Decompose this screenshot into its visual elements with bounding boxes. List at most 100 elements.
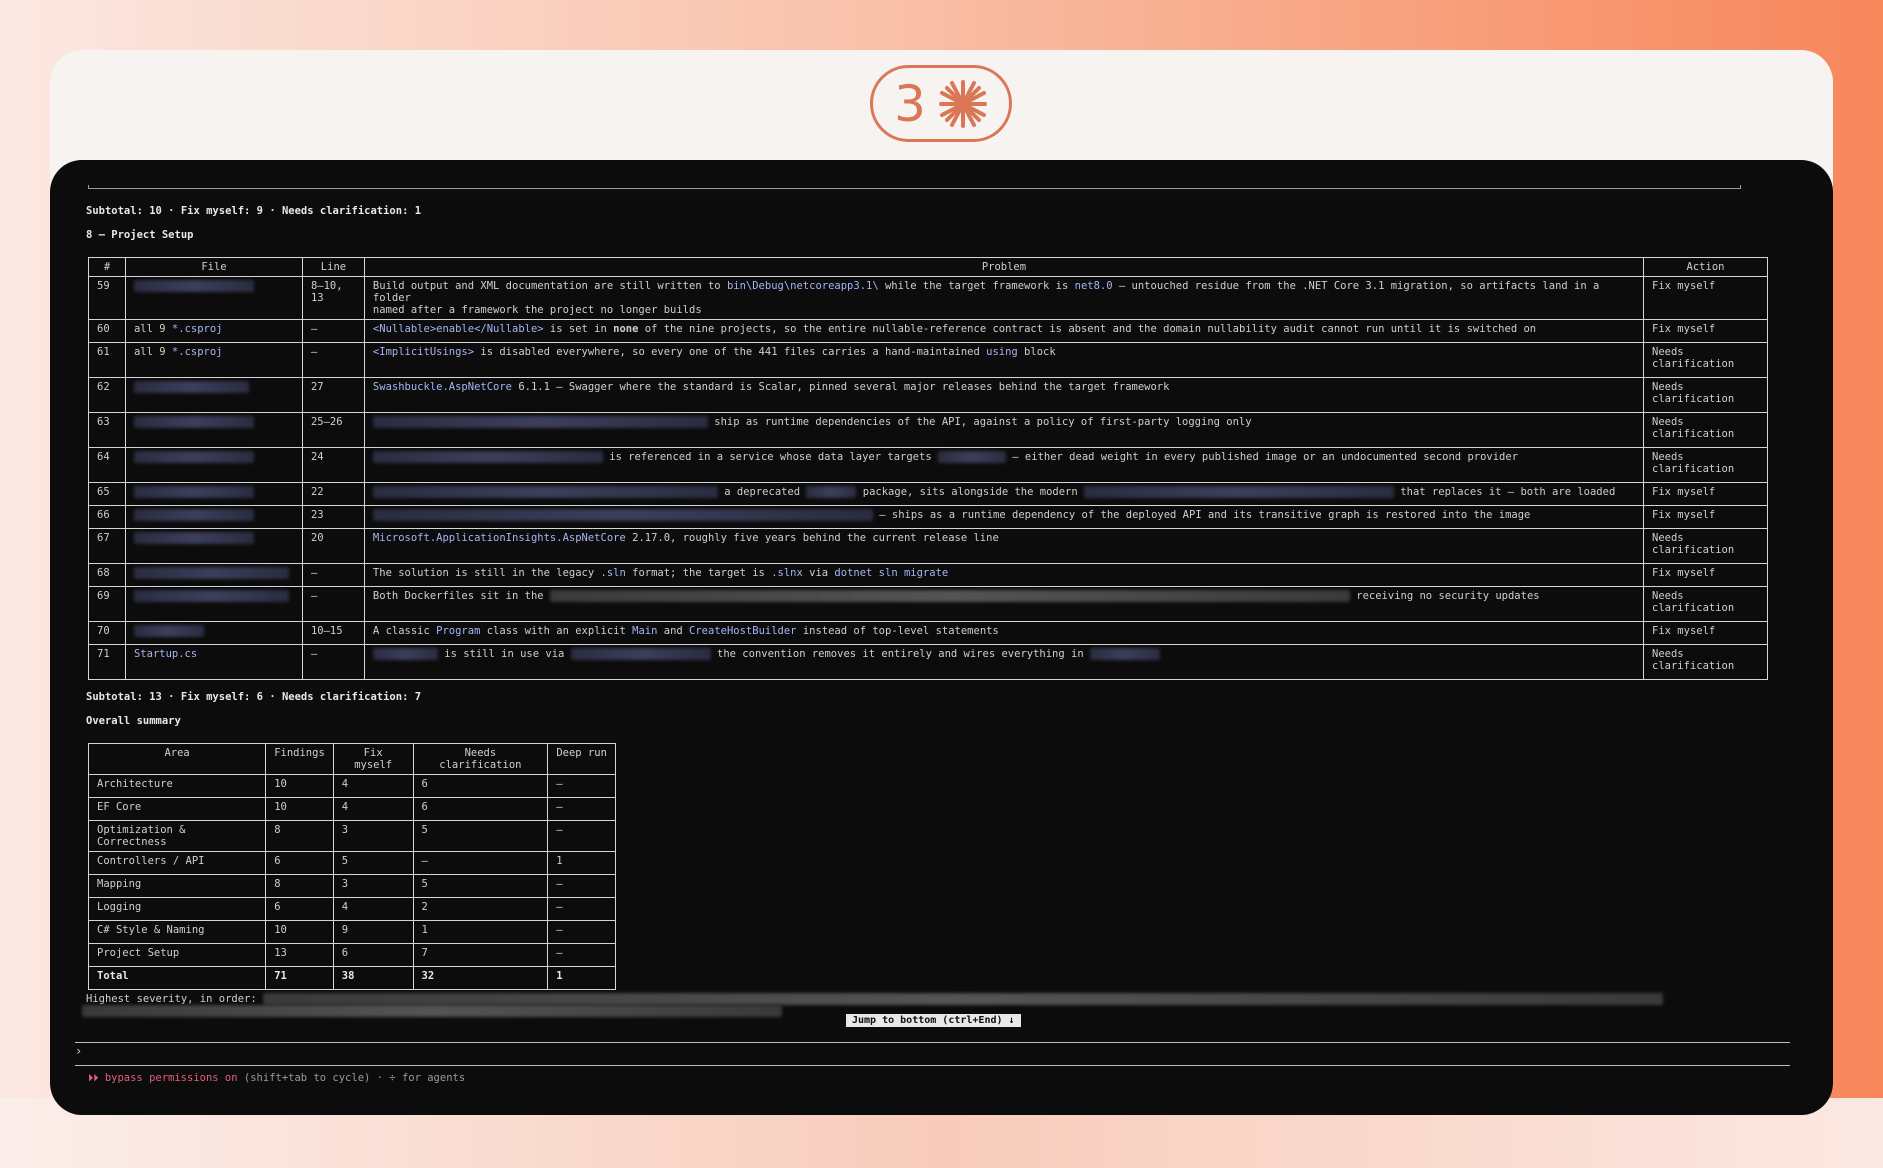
- file-cell: [124, 377, 303, 413]
- file-cell: [124, 412, 303, 448]
- column-header: File: [124, 257, 303, 277]
- file-cell: [124, 505, 303, 529]
- problem-cell: a deprecated package, sits alongside the…: [363, 482, 1645, 506]
- redacted-text: [570, 648, 711, 660]
- summary-area: C# Style & Naming: [87, 920, 267, 944]
- status-bar: ⏵⏵ bypass permissions on (shift+tab to c…: [88, 1072, 465, 1085]
- redacted-file: [133, 280, 254, 292]
- redacted-text: [937, 451, 1006, 463]
- summary-value: 8: [265, 874, 334, 898]
- redacted-file: [133, 509, 254, 521]
- redacted-file: [133, 381, 249, 393]
- file-cell: [124, 482, 303, 506]
- table-row: 60 all 9 *.csproj — <Nullable>enable</Nu…: [88, 319, 1768, 343]
- column-header: Needs clarification: [412, 743, 549, 775]
- table-row: 68 — The solution is still in the legacy…: [88, 563, 1768, 587]
- table-row: 61 all 9 *.csproj — <ImplicitUsings> is …: [88, 342, 1768, 378]
- summary-area: Mapping: [87, 874, 267, 898]
- severity-line-2: [82, 1005, 782, 1017]
- table-row: 71 Startup.cs — is still in use via the …: [88, 644, 1768, 680]
- summary-value: 6: [332, 943, 414, 967]
- row-number: 65: [88, 482, 126, 506]
- redacted-text: [372, 648, 438, 660]
- action-cell: Needs clarification: [1643, 447, 1768, 483]
- status-hint: (shift+tab to cycle) · ÷ for agents: [237, 1072, 466, 1084]
- summary-value: 1: [412, 920, 549, 944]
- redacted-text: [263, 993, 1664, 1005]
- file-cell: [124, 528, 303, 564]
- line-cell: —: [301, 586, 365, 622]
- column-header: Line: [301, 257, 365, 277]
- asterisk-burst-icon: [938, 79, 987, 128]
- summary-value: 5: [412, 874, 549, 898]
- action-cell: Fix myself: [1643, 276, 1768, 320]
- redacted-text: [372, 416, 708, 428]
- summary-value: —: [547, 874, 616, 898]
- problem-cell: Swashbuckle.AspNetCore 6.1.1 — Swagger w…: [363, 377, 1645, 413]
- project-setup-table: # File Line Problem Action 59 8–10, 13 B…: [88, 257, 1768, 680]
- redacted-file: [133, 590, 289, 602]
- column-header: Action: [1643, 257, 1768, 277]
- line-cell: 8–10, 13: [301, 276, 365, 320]
- summary-area: Optimization & Correctness: [87, 820, 267, 852]
- line-cell: —: [301, 342, 365, 378]
- step-badge: 3: [870, 65, 1012, 142]
- summary-value: 9: [332, 920, 414, 944]
- redacted-text: [372, 451, 603, 463]
- file-cell: [124, 563, 303, 587]
- summary-value: 5: [332, 851, 414, 875]
- table-row: 67 20 Microsoft.ApplicationInsights.AspN…: [88, 528, 1768, 564]
- summary-row: Project Setup 13 6 7—: [87, 943, 616, 967]
- section8-subtotal: Subtotal: 13 · Fix myself: 6 · Needs cla…: [86, 691, 422, 703]
- table-header-row: # File Line Problem Action: [88, 257, 1768, 277]
- column-header: Fix myself: [332, 743, 414, 775]
- summary-value: —: [547, 920, 616, 944]
- line-cell: 20: [301, 528, 365, 564]
- summary-row: Mapping 8 3 5—: [87, 874, 616, 898]
- summary-value: 5: [412, 820, 549, 852]
- jump-to-bottom-button[interactable]: Jump to bottom (ctrl+End) ↓: [846, 1014, 1021, 1027]
- severity-line: Highest severity, in order:: [86, 993, 1664, 1005]
- table-row: 66 23 — ships as a runtime dependency of…: [88, 505, 1768, 529]
- line-cell: —: [301, 644, 365, 680]
- redacted-file: [133, 486, 254, 498]
- summary-value: 7: [412, 943, 549, 967]
- action-cell: Fix myself: [1643, 482, 1768, 506]
- column-header: Deep run: [547, 743, 616, 775]
- table-row: 64 24 is referenced in a service whose d…: [88, 447, 1768, 483]
- redacted-text: [372, 509, 873, 521]
- problem-cell: <Nullable>enable</Nullable> is set in no…: [363, 319, 1645, 343]
- row-number: 62: [88, 377, 126, 413]
- input-top-divider: [75, 1042, 1790, 1043]
- redacted-file: [133, 532, 254, 544]
- column-header: Findings: [265, 743, 334, 775]
- line-cell: —: [301, 319, 365, 343]
- prompt-input[interactable]: ›: [75, 1044, 82, 1058]
- permission-mode[interactable]: bypass permissions on: [105, 1072, 238, 1084]
- redacted-file: [133, 567, 289, 579]
- row-number: 63: [88, 412, 126, 448]
- summary-value: 8: [265, 820, 334, 852]
- line-cell: 25–26: [301, 412, 365, 448]
- summary-value: 4: [332, 897, 414, 921]
- summary-value: 4: [332, 774, 414, 798]
- summary-area: Controllers / API: [87, 851, 267, 875]
- summary-area: Logging: [87, 897, 267, 921]
- summary-value: 4: [332, 797, 414, 821]
- table-row: 69 — Both Dockerfiles sit in the receivi…: [88, 586, 1768, 622]
- summary-value: 13: [265, 943, 334, 967]
- column-header: Area: [87, 743, 267, 775]
- overall-summary-table: Area Findings Fix myself Needs clarifica…: [87, 743, 616, 990]
- column-header: #: [88, 257, 126, 277]
- action-cell: Fix myself: [1643, 563, 1768, 587]
- row-number: 70: [88, 621, 126, 645]
- table-row: 70 10–15 A classic Program class with an…: [88, 621, 1768, 645]
- action-cell: Needs clarification: [1643, 586, 1768, 622]
- problem-cell: Microsoft.ApplicationInsights.AspNetCore…: [363, 528, 1645, 564]
- summary-row: EF Core 10 4 6—: [87, 797, 616, 821]
- terminal-window[interactable]: Subtotal: 10 · Fix myself: 9 · Needs cla…: [50, 160, 1833, 1115]
- bypass-arrows-icon: ⏵⏵: [88, 1072, 99, 1084]
- action-cell: Needs clarification: [1643, 644, 1768, 680]
- file-cell: all 9 *.csproj: [124, 342, 303, 378]
- problem-cell: ship as runtime dependencies of the API,…: [363, 412, 1645, 448]
